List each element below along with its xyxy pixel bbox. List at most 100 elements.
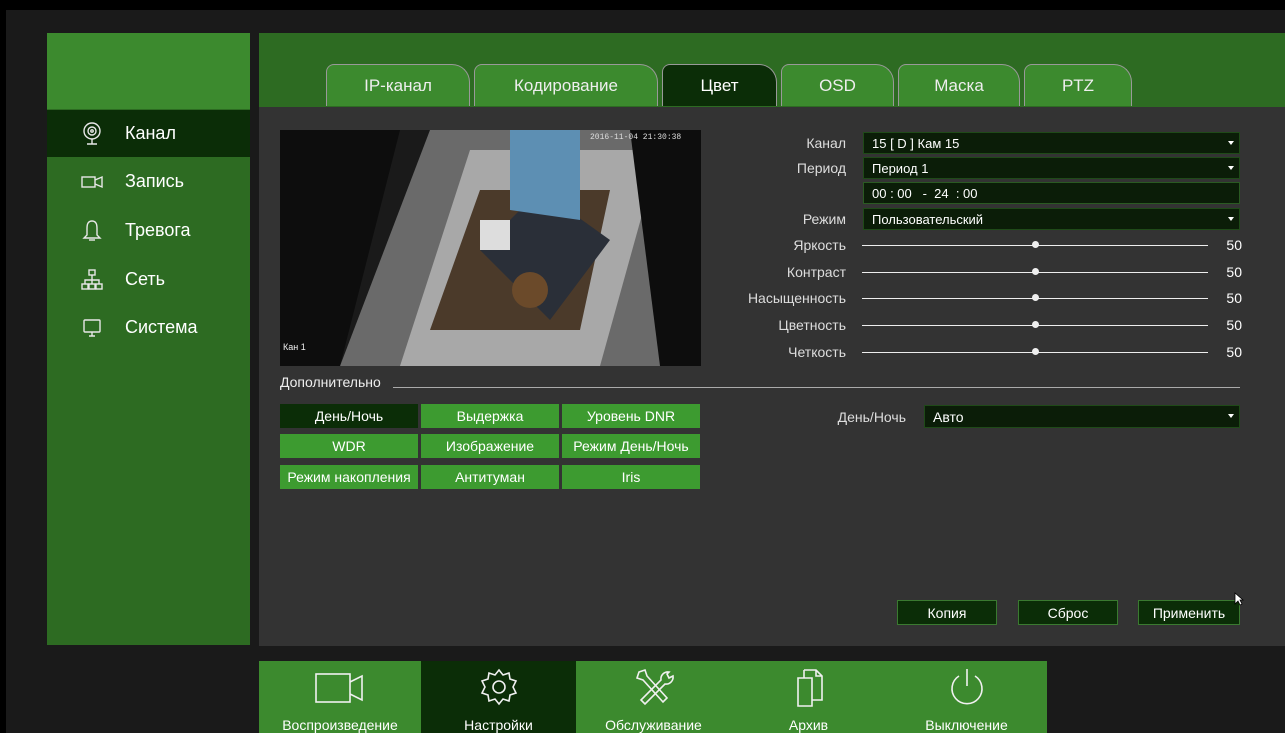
sidebar-item-channel[interactable]: Канал (47, 110, 250, 157)
camera-lens-icon (77, 121, 107, 146)
time-range-value: 00 : 00 - 24 : 00 (872, 185, 978, 201)
video-camera-icon (77, 174, 107, 190)
button-label: Применить (1152, 604, 1226, 621)
tab-ip-channel[interactable]: IP-канал (326, 64, 470, 106)
daynight-mode-button[interactable]: Режим День/Ночь (562, 434, 700, 458)
sidebar-item-system[interactable]: Система (47, 304, 250, 351)
sidebar-item-alarm[interactable]: Тревога (47, 207, 250, 254)
image-button[interactable]: Изображение (421, 434, 559, 458)
bell-icon (77, 219, 107, 243)
contrast-slider[interactable] (862, 265, 1208, 279)
bottom-bar-label: Выключение (925, 717, 1008, 733)
bottom-bar-label: Архив (788, 717, 829, 733)
shutdown-button[interactable]: Выключение (886, 661, 1047, 733)
button-label: Копия (927, 604, 967, 621)
brightness-slider[interactable] (862, 238, 1208, 252)
button-label: День/Ночь (314, 408, 384, 424)
daynight-button[interactable]: День/Ночь (280, 404, 418, 428)
chevron-down-icon (1228, 414, 1234, 418)
tab-osd[interactable]: OSD (781, 64, 894, 106)
time-range-input[interactable]: 00 : 00 - 24 : 00 (863, 182, 1240, 204)
sidebar-item-label: Сеть (125, 269, 166, 289)
tab-mask[interactable]: Маска (898, 64, 1020, 106)
sharpness-value: 50 (1226, 344, 1242, 360)
section-divider (393, 387, 1240, 388)
tab-label: OSD (819, 75, 856, 95)
camera-timestamp: 2016-11-04 21:30:38 (590, 133, 682, 142)
tab-label: Цвет (700, 75, 739, 95)
brightness-value: 50 (1226, 237, 1242, 253)
contrast-label: Контраст (786, 264, 846, 280)
camera-image (280, 130, 701, 366)
settings-button[interactable]: Настройки (421, 661, 576, 733)
daynight-select[interactable]: Авто (924, 405, 1240, 428)
camera-name-overlay: Кан 1 (283, 342, 306, 352)
mode-label: Режим (802, 211, 846, 227)
camera-preview: 2016-11-04 21:30:38 Кан 1 (280, 130, 701, 366)
shutter-button[interactable]: Выдержка (421, 404, 559, 428)
bottom-bar-label: Воспроизведение (282, 717, 398, 733)
button-label: Антитуман (455, 469, 525, 485)
apply-button[interactable]: Применить (1138, 600, 1240, 625)
sidebar-item-network[interactable]: Сеть (47, 256, 250, 303)
copy-button[interactable]: Копия (897, 600, 997, 625)
period-value: Период 1 (872, 160, 929, 176)
brightness-label: Яркость (793, 237, 846, 253)
files-icon (796, 669, 823, 707)
reset-button[interactable]: Сброс (1018, 600, 1118, 625)
contrast-value: 50 (1226, 264, 1242, 280)
saturation-label: Насыщенность (747, 290, 846, 306)
hue-slider[interactable] (862, 318, 1208, 332)
tab-label: IP-канал (364, 75, 432, 95)
slider-knob[interactable] (1031, 321, 1039, 328)
channel-select[interactable]: 15 [ D ] Кам 15 (863, 132, 1240, 154)
chevron-down-icon (1228, 166, 1234, 170)
channel-value: 15 [ D ] Кам 15 (872, 135, 960, 151)
playback-button[interactable]: Воспроизведение (259, 661, 421, 733)
button-label: Режим накопления (287, 469, 411, 485)
button-label: Выдержка (456, 408, 524, 424)
button-label: Iris (621, 469, 641, 485)
slider-knob[interactable] (1031, 348, 1039, 355)
slider-knob[interactable] (1031, 241, 1039, 248)
iris-button[interactable]: Iris (562, 465, 700, 489)
sidebar-item-label: Запись (125, 171, 185, 191)
sidebar-item-label: Канал (125, 123, 176, 143)
video-camera-icon (315, 673, 363, 703)
period-select[interactable]: Период 1 (863, 157, 1240, 179)
hue-value: 50 (1226, 317, 1242, 333)
monitor-icon (77, 318, 107, 338)
bottom-bar-label: Обслуживание (605, 717, 702, 733)
sidebar-item-label: Система (125, 317, 198, 337)
sharpness-slider[interactable] (862, 345, 1208, 359)
daynight-setting-label: День/Ночь (837, 409, 906, 425)
button-label: WDR (332, 438, 366, 454)
maintenance-button[interactable]: Обслуживание (576, 661, 731, 733)
button-label: Режим День/Ночь (573, 438, 689, 454)
antifog-button[interactable]: Антитуман (421, 465, 559, 489)
chevron-down-icon (1228, 141, 1234, 145)
dnr-level-button[interactable]: Уровень DNR (562, 404, 700, 428)
tab-label: Маска (934, 75, 984, 95)
bottom-bar-label: Настройки (464, 717, 533, 733)
sidebar-item-label: Тревога (125, 220, 191, 240)
advanced-section-title: Дополнительно (280, 374, 381, 390)
tab-label: Кодирование (514, 75, 618, 95)
wdr-button[interactable]: WDR (280, 434, 418, 458)
mode-select[interactable]: Пользовательский (863, 208, 1240, 230)
archive-button[interactable]: Архив (731, 661, 886, 733)
sidebar-item-record[interactable]: Запись (47, 158, 250, 205)
accumulation-mode-button[interactable]: Режим накопления (280, 465, 418, 489)
button-label: Сброс (1047, 604, 1089, 621)
saturation-slider[interactable] (862, 291, 1208, 305)
tab-color[interactable]: Цвет (662, 64, 777, 106)
period-label: Период (796, 160, 846, 176)
tab-encoding[interactable]: Кодирование (474, 64, 658, 106)
tab-ptz[interactable]: PTZ (1024, 64, 1132, 106)
slider-knob[interactable] (1031, 268, 1039, 275)
button-label: Уровень DNR (586, 408, 676, 424)
daynight-value: Авто (933, 408, 964, 425)
slider-knob[interactable] (1031, 294, 1039, 301)
gear-icon (480, 668, 517, 706)
mouse-cursor-icon (1234, 592, 1244, 606)
